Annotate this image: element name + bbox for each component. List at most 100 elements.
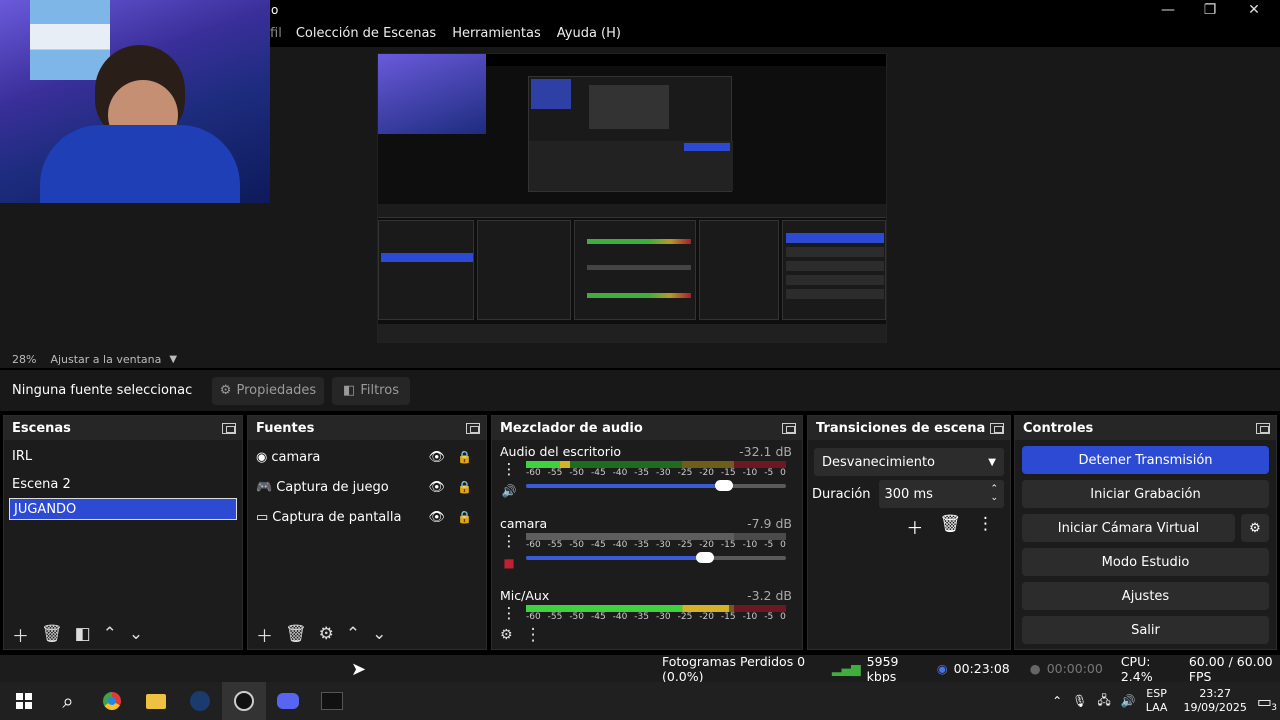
minimize-button[interactable]: — — [1146, 0, 1190, 20]
menu-item-help[interactable]: Ayuda (H) — [557, 26, 621, 41]
exit-button[interactable]: Salir — [1022, 616, 1269, 644]
close-button[interactable]: ✕ — [1232, 0, 1276, 20]
filter-icon[interactable]: ◧ — [75, 624, 91, 644]
network-icon[interactable]: 🖧 — [1097, 691, 1110, 712]
settings-button[interactable]: Ajustes — [1022, 582, 1269, 610]
scale-tick: -55 — [547, 468, 563, 478]
move-up-icon[interactable]: ⌃ — [103, 624, 117, 644]
microphone-icon[interactable]: 🎙 — [1072, 694, 1087, 708]
mixer-channel: Audio del escritorio -32.1 dB ⋮ 🔊 -60 -55 -50-… — [492, 444, 802, 516]
trash-icon[interactable]: 🗑 — [939, 514, 961, 539]
menu-item-scene-collection[interactable]: Colección de Escenas — [296, 26, 436, 41]
add-icon[interactable]: ＋ — [12, 622, 29, 647]
scale-tick: 0 — [780, 540, 786, 550]
eye-icon[interactable]: 👁 — [429, 450, 446, 465]
scale-tick: -60 — [526, 468, 541, 478]
preview-zoom-bar: 28% Ajustar a la ventana ▼ — [0, 350, 1280, 368]
undock-icon[interactable] — [782, 422, 796, 434]
move-up-icon[interactable]: ⌃ — [346, 624, 360, 644]
signal-icon: ▂▄▆ — [831, 661, 861, 676]
notification-icon[interactable]: ▭ 3 — [1257, 692, 1277, 713]
discord-icon[interactable] — [266, 682, 310, 720]
add-icon[interactable]: ＋ — [256, 622, 273, 647]
source-item-camara[interactable]: ◉ camara 👁 🔒 — [248, 442, 486, 472]
clock[interactable]: 23:27 19/09/2025 — [1183, 687, 1246, 715]
cpu-usage: CPU: 2.4% — [1120, 653, 1153, 684]
sources-dock: Fuentes ◉ camara 👁 🔒 🎮 Captura de juego … — [247, 415, 487, 650]
menu-item-fragment[interactable]: fil — [270, 26, 282, 41]
duration-spinbox[interactable]: 300 ms ⌃ ⌄ — [878, 480, 1004, 508]
start-virtual-camera-button[interactable]: Iniciar Cámara Virtual — [1022, 514, 1235, 542]
eye-icon[interactable]: 👁 — [429, 510, 446, 525]
add-icon[interactable]: ＋ — [906, 514, 923, 539]
scene-item[interactable]: Escena 2 — [4, 470, 242, 498]
scale-tick: -30 — [655, 468, 671, 478]
chevron-up-icon[interactable]: ⌃ — [1052, 694, 1062, 708]
start-recording-button[interactable]: Iniciar Grabación — [1022, 480, 1269, 508]
source-name: camara — [271, 449, 321, 465]
transition-select[interactable]: Desvanecimiento ▼ — [814, 448, 1004, 476]
zoom-fit-dropdown[interactable]: Ajustar a la ventana — [50, 353, 161, 366]
file-explorer-icon[interactable] — [134, 682, 178, 720]
lock-icon[interactable]: 🔒 — [457, 480, 472, 494]
trash-icon[interactable]: 🗑 — [285, 624, 307, 644]
obs-icon[interactable] — [222, 682, 266, 720]
maximize-button[interactable]: ❐ — [1188, 0, 1232, 20]
undock-icon[interactable] — [466, 422, 480, 434]
gear-icon[interactable]: ⚙ — [500, 627, 513, 643]
more-options-icon[interactable]: ⋮ — [492, 605, 526, 621]
source-item-game-capture[interactable]: 🎮 Captura de juego 👁 🔒 — [248, 472, 486, 502]
dropped-frames: Fotogramas Perdidos 0 (0.0%) — [662, 653, 806, 684]
language-indicator[interactable]: ESP LAA — [1146, 687, 1168, 715]
more-options-icon[interactable]: ⋮ — [977, 514, 994, 539]
volume-slider[interactable] — [526, 552, 786, 563]
undock-icon[interactable] — [222, 422, 236, 434]
windows-start-icon[interactable] — [2, 682, 46, 720]
chevron-down-icon[interactable]: ▼ — [169, 354, 177, 365]
preview-canvas[interactable] — [377, 53, 887, 343]
controls-title: Controles — [1023, 420, 1094, 436]
muted-speaker-icon[interactable]: ■ — [492, 555, 526, 571]
volume-icon[interactable]: 🔊 — [1121, 694, 1136, 708]
volume-meter — [526, 533, 786, 540]
search-icon[interactable]: ⌕ — [46, 682, 90, 720]
chrome-icon[interactable] — [90, 682, 134, 720]
lock-icon[interactable]: 🔒 — [457, 450, 472, 464]
window-title-fragment: o — [271, 3, 279, 17]
more-options-icon[interactable]: ⋮ — [492, 461, 526, 477]
fps: 60.00 / 60.00 FPS — [1188, 653, 1273, 684]
slider-handle[interactable] — [714, 480, 733, 491]
speaker-icon[interactable]: 🔊 — [492, 483, 526, 499]
eye-icon[interactable]: 👁 — [429, 480, 446, 495]
properties-button[interactable]: ⚙ Propiedades — [212, 376, 324, 405]
spin-arrows-icon[interactable]: ⌃ ⌄ — [990, 485, 998, 503]
move-down-icon[interactable]: ⌄ — [129, 624, 143, 644]
gear-icon[interactable]: ⚙ — [1241, 514, 1269, 542]
menu-bar: fil Colección de Escenas Herramientas Ay… — [270, 20, 1280, 47]
filters-button[interactable]: ◧ Filtros — [332, 376, 410, 405]
stream-time: 00:23:08 — [953, 661, 1010, 676]
steam-icon[interactable] — [178, 682, 222, 720]
undock-icon[interactable] — [990, 422, 1004, 434]
scene-item[interactable]: IRL — [4, 442, 242, 470]
studio-mode-button[interactable]: Modo Estudio — [1022, 548, 1269, 576]
more-options-icon[interactable]: ⋮ — [492, 533, 526, 549]
trash-icon[interactable]: 🗑 — [41, 624, 63, 644]
undock-icon[interactable] — [1256, 422, 1270, 434]
transition-select-value: Desvanecimiento — [822, 454, 936, 470]
move-down-icon[interactable]: ⌄ — [372, 624, 386, 644]
slider-handle[interactable] — [696, 552, 715, 563]
lock-icon[interactable]: 🔒 — [457, 510, 472, 524]
audio-mixer-dock: Mezclador de audio Audio del escritorio -… — [491, 415, 803, 650]
app-icon[interactable] — [310, 682, 354, 720]
scene-item-selected[interactable]: JUGANDO — [9, 498, 237, 520]
stop-stream-button[interactable]: Detener Transmisión — [1022, 446, 1269, 474]
gear-icon[interactable]: ⚙ — [319, 624, 334, 644]
volume-slider[interactable] — [526, 480, 786, 491]
more-options-icon[interactable]: ⋮ — [525, 625, 542, 645]
scenes-footer: ＋ 🗑 ◧ ⌃ ⌄ — [4, 619, 242, 649]
source-item-screen-capture[interactable]: ▭ Captura de pantalla 👁 🔒 — [248, 502, 486, 532]
scale-tick: -25 — [677, 468, 693, 478]
meter-scale: -60 -55 -50 -45 -40 -35 -30 -25 -20 -15 -10 -5 0 — [526, 540, 786, 550]
menu-item-tools[interactable]: Herramientas — [452, 26, 541, 41]
